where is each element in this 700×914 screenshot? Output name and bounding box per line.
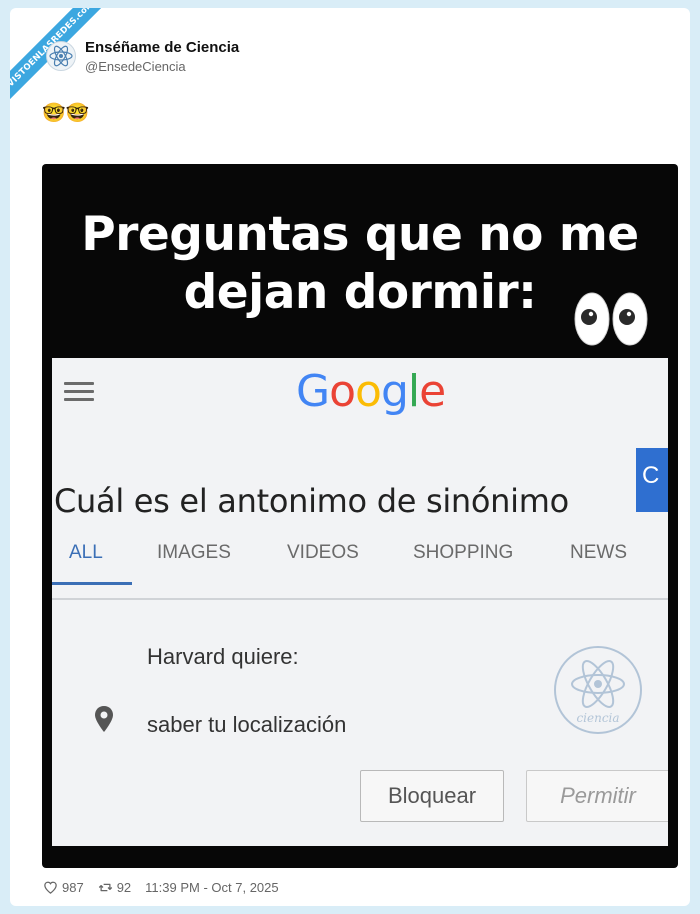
meme-image[interactable]: Preguntas que no me dejan dormir: Google… [42,164,678,868]
author-handle[interactable]: @EnsedeCiencia [85,59,186,74]
heart-icon [44,881,57,894]
tab-videos: VIDEOS [287,542,359,563]
tab-news: NEWS [570,542,627,563]
tab-all: ALL [69,542,103,563]
eyes-icon [574,292,648,346]
avatar[interactable] [46,41,76,71]
retweet-stat[interactable]: 92 [98,880,131,895]
like-count: 987 [62,880,84,895]
atom-icon [49,45,73,67]
block-button: Bloquear [360,770,504,822]
tab-shopping: SHOPPING [413,542,514,563]
author-name[interactable]: Enséñame de Ciencia [85,39,239,56]
logo-letter: o [329,366,356,417]
logo-letter: l [407,366,420,417]
tweet-card: VISTOENLASREDES.com Enséñame de Ciencia … [10,8,690,906]
permission-item: saber tu localización [147,712,347,737]
stamp-text: ciencia [576,711,619,725]
tweet-footer: 987 92 11:39 PM - Oct 7, 2025 [43,880,279,895]
like-stat[interactable]: 987 [43,880,84,895]
logo-letter: G [296,366,330,417]
search-query: Cuál es el antonimo de sinónimo [54,482,569,520]
google-logo: Google [296,366,446,417]
logo-letter: g [380,366,409,417]
logo-letter: e [419,366,446,417]
watermark-tld: .com [72,8,97,23]
retweet-icon [98,883,112,892]
divider [52,598,668,600]
hamburger-menu-icon [64,382,94,406]
tweet-text: 🤓🤓 [42,102,90,124]
headline-line-1: Preguntas que no me [81,207,639,262]
retweet-count: 92 [116,880,132,895]
science-stamp-icon: ciencia [554,646,642,734]
active-tab-indicator [52,582,132,585]
permission-title: Harvard quiere: [147,644,299,669]
timestamp[interactable]: 11:39 PM - Oct 7, 2025 [145,880,278,895]
logo-letter: o [355,366,382,417]
tab-images: IMAGES [157,542,231,563]
location-pin-icon [95,706,113,732]
search-screenshot: Google C Cuál es el antonimo de sinónimo… [52,358,668,846]
search-button: C [636,448,668,512]
allow-button: Permitir [526,770,668,822]
